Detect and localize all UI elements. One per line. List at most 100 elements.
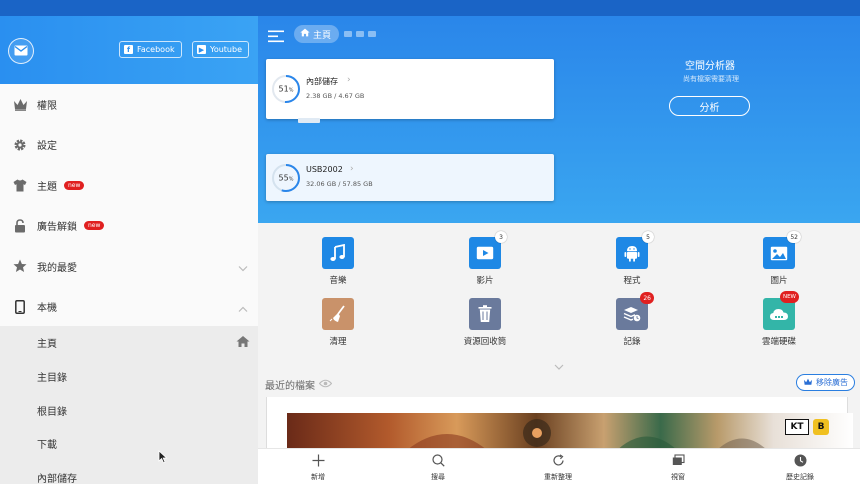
internal-storage-card[interactable]: 51% 內部儲存 › 2.38 GB / 4.67 GB: [266, 59, 554, 123]
sub-item-internal-storage[interactable]: 內部儲存: [0, 461, 258, 484]
category-area: 音樂 3 影片 5 程式 52 圖片 清理 資源回收筒 26 記錄 NEW 雲端…: [258, 223, 860, 450]
usage-percent: 55%: [278, 173, 294, 182]
analyzer-subtitle: 尚有檔案需要清理: [683, 75, 739, 83]
broom-icon: [322, 298, 354, 330]
sub-item-label: 主目錄: [37, 373, 67, 385]
remove-ads-button[interactable]: 移除廣告: [796, 374, 855, 391]
trash-icon: [469, 298, 501, 330]
storage-name: 內部儲存: [306, 77, 338, 86]
youtube-label: Youtube: [210, 45, 242, 54]
recent-files-heading: 最近的檔案: [265, 377, 333, 392]
category-label: 程式: [623, 276, 641, 286]
facebook-button[interactable]: f Facebook: [119, 41, 182, 58]
toolbar-label: 重新整理: [544, 473, 572, 481]
youtube-icon: ▶: [197, 45, 206, 54]
remove-ads-label: 移除廣告: [816, 378, 848, 387]
drawer-item-theme[interactable]: 主題 new: [0, 165, 258, 206]
chevron-up-icon[interactable]: [238, 297, 248, 316]
category-cloud-drive[interactable]: NEW 雲端硬碟: [749, 291, 809, 347]
ad-artwork: [407, 419, 767, 450]
breadcrumb-home[interactable]: 主頁: [294, 25, 340, 43]
mail-icon[interactable]: [8, 38, 34, 64]
sub-item-root-directory[interactable]: 根目錄: [0, 393, 258, 427]
log-icon: 26: [616, 292, 654, 330]
windows-button[interactable]: 視窗: [648, 449, 708, 484]
facebook-label: Facebook: [137, 45, 175, 54]
new-button[interactable]: 新增: [288, 449, 348, 484]
toolbar-label: 新增: [311, 473, 325, 481]
local-sub-list: 主頁 主目錄 根目錄 下載 內部儲存: [0, 326, 258, 484]
sub-item-home[interactable]: 主頁: [0, 326, 258, 360]
category-label: 資源回收筒: [463, 337, 507, 347]
category-music[interactable]: 音樂: [308, 237, 368, 286]
youtube-button[interactable]: ▶ Youtube: [192, 41, 249, 58]
gear-icon: [12, 137, 28, 153]
usb-storage-card[interactable]: 55% USB2002 › 32.06 GB / 57.85 GB: [266, 154, 554, 201]
chevron-down-icon[interactable]: [238, 257, 248, 276]
refresh-icon: [552, 454, 564, 466]
music-icon: [322, 237, 354, 269]
sub-item-main-directory[interactable]: 主目錄: [0, 360, 258, 394]
chevron-right-icon: ›: [347, 75, 351, 85]
drawer-item-label: 我的最愛: [37, 262, 77, 274]
sub-item-label: 主頁: [37, 339, 57, 351]
category-video[interactable]: 3 影片: [455, 231, 515, 286]
chevron-down-icon[interactable]: [554, 355, 564, 374]
crown-icon: [803, 378, 813, 388]
category-label: 清理: [329, 337, 347, 347]
new-badge: new: [64, 180, 85, 190]
count-badge: 52: [787, 231, 801, 243]
drawer-item-label: 廣告解鎖: [37, 222, 77, 234]
drawer-item-label: 主題: [37, 181, 57, 193]
video-icon: 3: [469, 231, 507, 269]
storage-usage: 32.06 GB / 57.85 GB: [306, 180, 373, 188]
usage-percent: 51%: [278, 84, 294, 94]
category-log[interactable]: 26 記錄: [602, 292, 662, 347]
history-button[interactable]: 歷史記錄: [770, 449, 830, 484]
drawer-item-favorites[interactable]: 我的最愛: [0, 246, 258, 287]
status-bar: [0, 0, 860, 16]
drawer-item-settings[interactable]: 設定: [0, 125, 258, 166]
recent-files-label: 最近的檔案: [265, 381, 315, 392]
search-button[interactable]: 搜尋: [408, 449, 468, 484]
hamburger-menu-icon[interactable]: [268, 28, 284, 47]
star-icon: [12, 258, 28, 274]
drawer-item-label: 本機: [37, 303, 57, 315]
category-apps[interactable]: 5 程式: [602, 231, 662, 286]
cloud-icon: NEW: [763, 291, 799, 330]
ad-banner[interactable]: KT B: [287, 413, 853, 450]
clock-icon: [794, 454, 806, 467]
sub-item-label: 根目錄: [37, 406, 67, 418]
plus-icon: [312, 454, 324, 467]
category-clean[interactable]: 清理: [308, 298, 368, 347]
storage-usage: 2.38 GB / 4.67 GB: [306, 92, 365, 100]
toolbar-label: 搜尋: [431, 473, 445, 481]
toolbar-label: 視窗: [671, 473, 685, 481]
breadcrumb-indicators: [344, 31, 376, 37]
navigation-drawer: f Facebook ▶ Youtube 權限 設定 主題 new 廣告解鎖 n…: [0, 16, 258, 484]
category-label: 記錄: [623, 337, 641, 347]
ad-logo: KT: [785, 419, 809, 435]
new-badge: new: [84, 221, 105, 231]
drawer-item-ad-unlock[interactable]: 廣告解鎖 new: [0, 206, 258, 247]
drawer-item-permissions[interactable]: 權限: [0, 84, 258, 125]
facebook-icon: f: [124, 45, 133, 54]
sub-item-label: 內部儲存: [37, 474, 77, 484]
chevron-right-icon: ›: [350, 164, 354, 174]
sub-item-download[interactable]: 下載: [0, 427, 258, 461]
refresh-button[interactable]: 重新整理: [528, 449, 588, 484]
main-panel: 主頁 51% 內部儲存 › 2.38 GB / 4.67 GB 55% USB2…: [258, 16, 860, 484]
analyze-button[interactable]: 分析: [669, 96, 750, 116]
category-label: 圖片: [770, 276, 788, 286]
eye-icon[interactable]: [318, 379, 333, 391]
drawer-item-local[interactable]: 本機: [0, 287, 258, 328]
shirt-icon: [12, 177, 28, 193]
analyzer-title: 空間分析器: [685, 61, 735, 72]
category-recycle-bin[interactable]: 資源回收筒: [455, 298, 515, 347]
drawer-item-label: 權限: [37, 100, 57, 112]
breadcrumb-label: 主頁: [313, 30, 332, 41]
category-images[interactable]: 52 圖片: [749, 231, 809, 286]
image-icon: 52: [763, 231, 801, 269]
count-badge: 26: [640, 292, 654, 304]
card-tab: [298, 118, 320, 123]
